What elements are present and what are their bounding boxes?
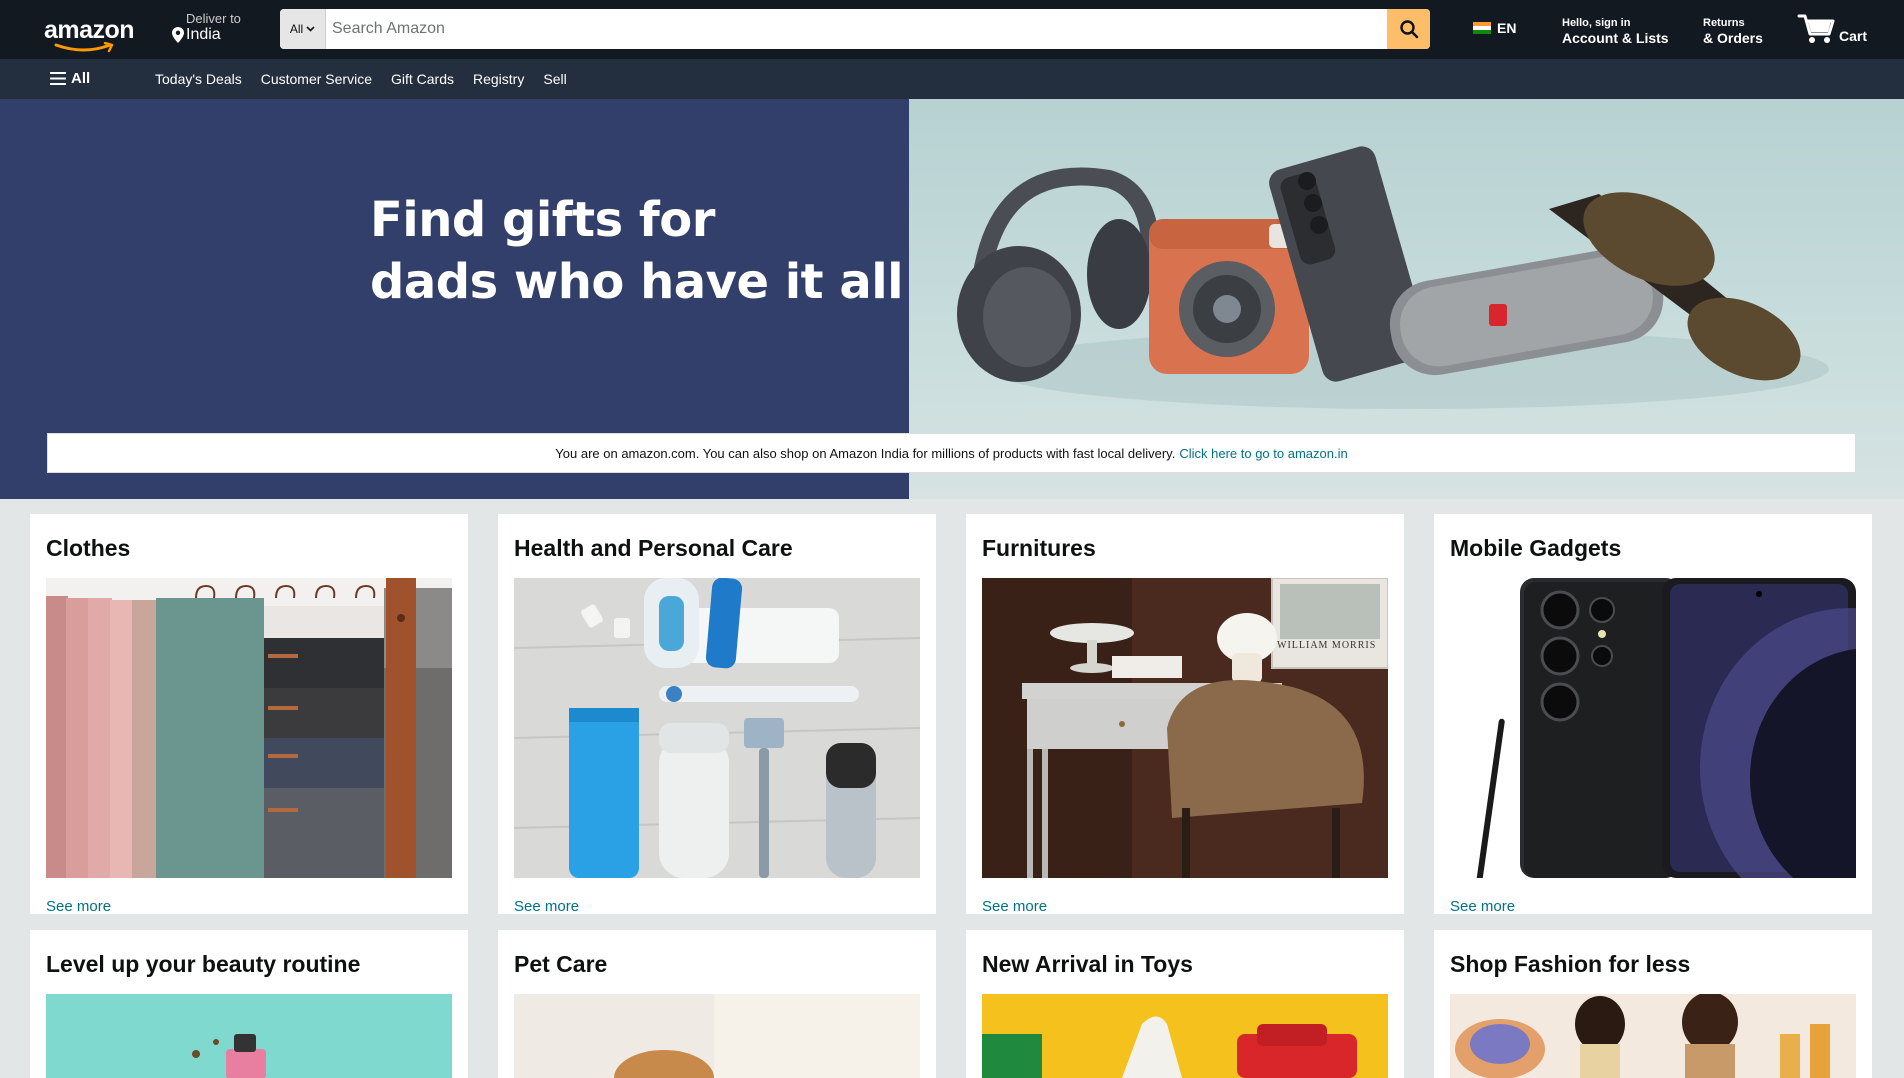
region-notice: You are on amazon.com. You can also shop… xyxy=(47,433,1856,473)
search-category-select[interactable]: All xyxy=(280,9,326,49)
card-title: Furnitures xyxy=(982,535,1096,561)
poster-text: WILLIAM MORRIS xyxy=(1277,640,1377,651)
go-to-amazon-in-link[interactable]: Click here to go to amazon.in xyxy=(1179,446,1347,461)
account-greeting: Hello, sign in xyxy=(1562,17,1631,29)
cart-icon xyxy=(1797,14,1835,43)
see-more-link[interactable]: See more xyxy=(46,898,111,915)
amazon-logo[interactable]: amazon xyxy=(40,10,135,53)
account-lists[interactable]: Hello, sign in Account & Lists xyxy=(1562,17,1669,46)
returns-line1: Returns xyxy=(1703,17,1745,29)
card-fashion-for-less: Shop Fashion for less xyxy=(1434,930,1872,1078)
hero-title: Find gifts for dads who have it all xyxy=(370,189,904,313)
logo-text: amazon xyxy=(44,16,135,44)
all-menu-button[interactable]: All xyxy=(50,70,90,87)
see-more-link[interactable]: See more xyxy=(1450,898,1515,915)
hero-banner[interactable]: Find gifts for dads who have it all You … xyxy=(0,99,1904,499)
returns-line2: & Orders xyxy=(1703,30,1763,46)
clothes-image[interactable] xyxy=(46,578,452,878)
logo-smile-icon xyxy=(54,42,114,53)
search-input[interactable] xyxy=(326,9,1387,49)
hero-title-line1: Find gifts for xyxy=(370,192,715,248)
search-icon xyxy=(1399,20,1418,39)
furniture-image[interactable]: WILLIAM MORRIS xyxy=(982,578,1388,878)
card-title: Shop Fashion for less xyxy=(1450,951,1691,977)
card-pet-care: Pet Care xyxy=(498,930,936,1078)
pet-care-image[interactable] xyxy=(514,994,920,1078)
card-clothes: Clothes See more xyxy=(30,514,468,915)
card-health-personal-care: Health and Personal Care See more xyxy=(498,514,936,915)
deliver-label: Deliver to xyxy=(186,11,241,26)
region-notice-text: You are on amazon.com. You can also shop… xyxy=(555,445,1176,461)
top-nav: amazon Deliver to India All Search Amazo… xyxy=(0,0,1904,59)
card-title: Clothes xyxy=(46,535,131,561)
nav-link-sell[interactable]: Sell xyxy=(543,71,566,87)
cart-button[interactable]: Cart xyxy=(1797,12,1867,46)
nav-link-registry[interactable]: Registry xyxy=(473,71,524,87)
see-more-link[interactable]: See more xyxy=(514,898,579,915)
card-new-arrival-toys: New Arrival in Toys xyxy=(966,930,1404,1078)
location-pin-icon xyxy=(172,27,184,43)
hamburger-menu-icon xyxy=(50,72,66,85)
mobile-gadgets-image[interactable] xyxy=(1450,578,1856,878)
cart-label: Cart xyxy=(1839,28,1868,44)
card-title: Level up your beauty routine xyxy=(46,951,361,977)
card-mobile-gadgets: Mobile Gadgets See more xyxy=(1434,514,1872,915)
language-label: EN xyxy=(1497,20,1517,36)
see-more-link[interactable]: See more xyxy=(982,898,1047,915)
search-category-label: All xyxy=(289,22,304,36)
language-selector[interactable]: EN xyxy=(1473,20,1516,36)
card-title: New Arrival in Toys xyxy=(982,951,1193,977)
account-label: Account & Lists xyxy=(1562,30,1669,46)
search-bar: All xyxy=(280,9,1430,49)
card-title: Mobile Gadgets xyxy=(1450,535,1622,561)
hero-title-line2: dads who have it all xyxy=(370,254,904,310)
card-title: Health and Personal Care xyxy=(514,535,793,561)
nav-link-customer-service[interactable]: Customer Service xyxy=(261,71,372,87)
all-menu-label: All xyxy=(71,70,91,87)
instant-camera-icon xyxy=(1149,219,1309,374)
deliver-to[interactable]: Deliver to India xyxy=(172,12,241,44)
card-title: Pet Care xyxy=(514,951,608,977)
chevron-down-icon xyxy=(306,26,315,32)
toys-image[interactable] xyxy=(982,994,1388,1078)
sub-nav: All Today's Deals Customer Service Gift … xyxy=(0,59,1904,99)
card-furnitures: Furnitures WILLIAM MORRIS See more xyxy=(966,514,1404,915)
nav-link-gift-cards[interactable]: Gift Cards xyxy=(391,71,454,87)
nav-link-todays-deals[interactable]: Today's Deals xyxy=(155,71,242,87)
fashion-image[interactable] xyxy=(1450,994,1856,1078)
deliver-location: India xyxy=(186,26,221,43)
india-flag-icon xyxy=(1473,22,1491,34)
beauty-image[interactable] xyxy=(46,994,452,1078)
search-button[interactable] xyxy=(1387,9,1430,49)
health-care-image[interactable] xyxy=(514,578,920,878)
card-beauty-routine: Level up your beauty routine xyxy=(30,930,468,1078)
returns-orders[interactable]: Returns & Orders xyxy=(1703,17,1763,46)
